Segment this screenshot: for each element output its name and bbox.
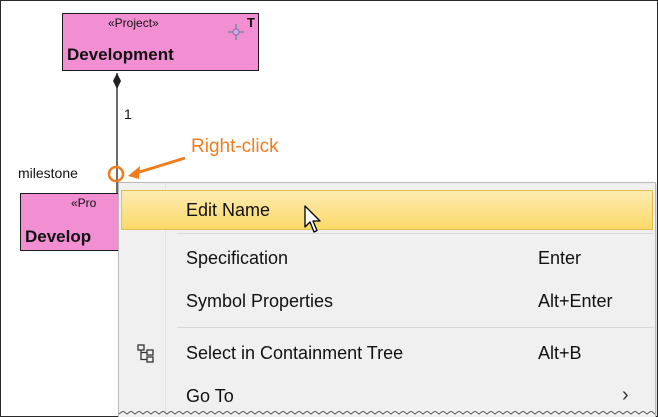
menu-item-label: Select in Containment Tree: [186, 343, 404, 363]
menu-item-label: Edit Name: [186, 200, 271, 220]
menu-item-label: Go To: [186, 386, 234, 406]
composite-diamond-icon: [113, 73, 121, 89]
menu-item-specification[interactable]: Specification Enter: [119, 238, 655, 278]
top-stereotype: «Project»: [108, 16, 159, 30]
lower-stereotype: «Pro: [71, 196, 97, 210]
anchor-ring: [107, 165, 125, 183]
multiplicity-label: 1: [124, 106, 132, 122]
menu-item-label: Specification: [186, 248, 289, 268]
submenu-arrow-icon: ›: [622, 384, 629, 406]
menu-separator: [177, 327, 653, 328]
torn-edge: [119, 411, 655, 415]
right-click-callout: Right-click: [191, 136, 279, 157]
lower-block-name: Develop: [25, 227, 92, 246]
containment-tree-icon: [136, 343, 156, 368]
menu-item-label: Symbol Properties: [186, 291, 334, 311]
context-menu: Edit Name Specification Enter Symbol Pro…: [118, 182, 656, 417]
menu-separator: [177, 233, 653, 234]
menu-item-shortcut: Alt+B: [538, 343, 582, 363]
corner-mark: T: [247, 15, 255, 30]
menu-item-select-in-containment-tree[interactable]: Select in Containment Tree Alt+B: [119, 333, 655, 373]
role-label: milestone: [18, 165, 78, 181]
pin-icon: [225, 21, 247, 48]
mouse-pointer-icon: [304, 205, 324, 240]
top-project-block[interactable]: «Project» Development T: [62, 13, 259, 71]
menu-item-symbol-properties[interactable]: Symbol Properties Alt+Enter: [119, 281, 655, 321]
menu-item-shortcut: Alt+Enter: [538, 291, 613, 311]
menu-item-shortcut: Enter: [538, 248, 582, 268]
top-block-name: Development: [67, 45, 174, 64]
menu-item-edit-name[interactable]: Edit Name: [119, 190, 655, 230]
callout-arrow: [132, 156, 186, 176]
menu-item-go-to[interactable]: Go To ›: [119, 376, 655, 416]
